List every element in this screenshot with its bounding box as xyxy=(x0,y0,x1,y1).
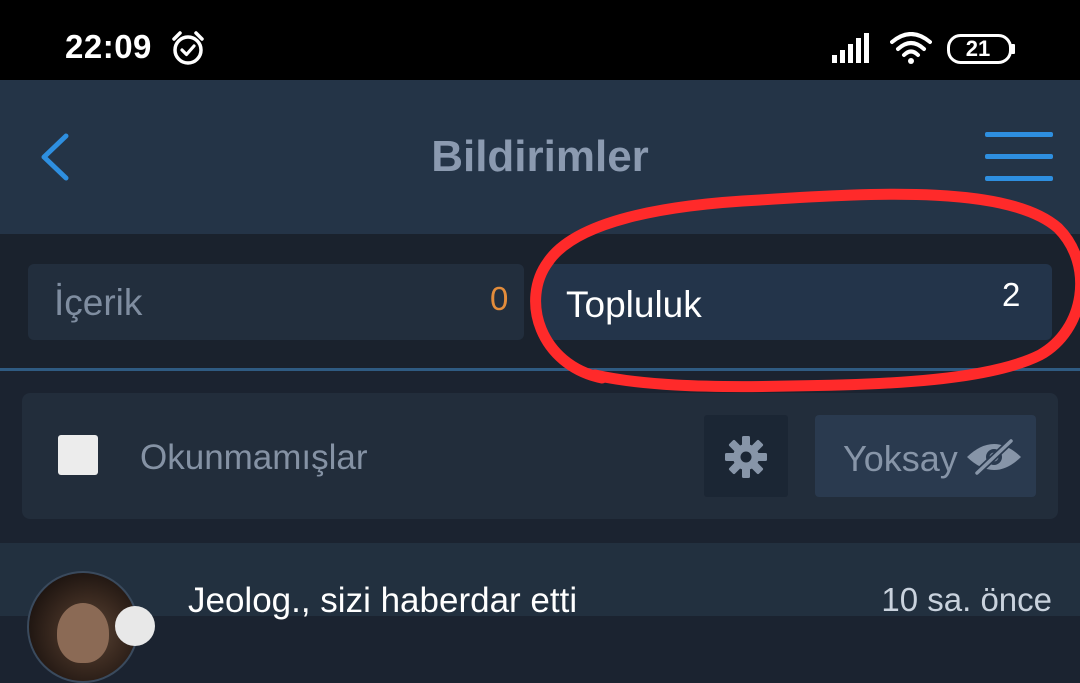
signal-icon xyxy=(832,33,869,63)
wifi-icon xyxy=(890,32,932,64)
status-bar: 22:09 21 xyxy=(0,0,1080,80)
tabs-divider xyxy=(0,368,1080,371)
filter-bar: Okunmamışlar Yoksay xyxy=(22,393,1058,519)
notification-item[interactable]: Jeolog., sizi haberdar etti 10 sa. önce xyxy=(0,543,1080,683)
notification-text[interactable]: Jeolog., sizi haberdar etti xyxy=(188,581,577,621)
notification-time: 10 sa. önce xyxy=(881,581,1052,618)
tab-community-count: 2 xyxy=(1002,276,1021,313)
hamburger-menu-icon[interactable] xyxy=(985,132,1053,182)
tab-content-count: 0 xyxy=(490,280,509,317)
avatar-face xyxy=(57,603,109,663)
gear-icon xyxy=(725,436,767,478)
status-time: 22:09 xyxy=(65,28,152,65)
tab-content-label: İçerik xyxy=(54,282,143,323)
battery-level: 21 xyxy=(965,36,991,61)
tab-community-label: Topluluk xyxy=(566,284,702,325)
tab-content[interactable]: İçerik 0 xyxy=(28,264,524,340)
notification-tabs: İçerik 0 Topluluk 2 xyxy=(0,234,1080,371)
page-title: Bildirimler xyxy=(431,132,649,181)
unread-checkbox[interactable] xyxy=(58,435,98,475)
app-header: Bildirimler xyxy=(0,80,1080,234)
tab-community[interactable]: Topluluk 2 xyxy=(538,264,1052,340)
eye-off-icon xyxy=(967,439,1021,475)
ignore-label: Yoksay xyxy=(843,438,958,479)
settings-button[interactable] xyxy=(704,415,788,497)
unread-label[interactable]: Okunmamışlar xyxy=(140,438,368,478)
alarm-icon xyxy=(172,31,204,65)
ignore-button[interactable]: Yoksay xyxy=(815,415,1036,497)
avatar-badge xyxy=(115,606,155,646)
